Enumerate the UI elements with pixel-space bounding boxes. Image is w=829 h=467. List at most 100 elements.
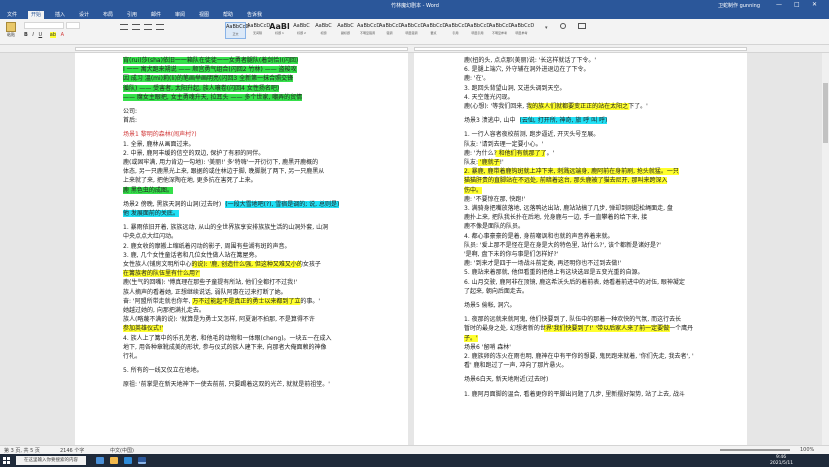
style-tile[interactable]: AaBbCcD 强调 xyxy=(379,22,402,39)
document-line: 上来就了来, 把他深陶在地, 更多抗在害死了上来。 xyxy=(123,177,257,185)
language[interactable]: 中文(中国) xyxy=(110,447,134,454)
document-line: 1. 夜那的远就来就阿鬼, 他们快要到了, 队伍中的那着一种欢快的气氛, 而这行… xyxy=(464,316,681,324)
close-button[interactable]: ✕ xyxy=(812,1,817,8)
tab-3[interactable]: 设计 xyxy=(76,11,92,19)
taskbar-search-input[interactable]: 在这里输入你要搜索的内容 xyxy=(16,456,86,465)
line-text: 场景2 傍晚, 黑族天洞的山洞(过去时) xyxy=(123,200,222,208)
line-text: I 一一 寓犬跑来朔说 —— 顺宫勇气组合(闪回2 竹林) —— 盗梭攻 xyxy=(123,66,297,74)
replace-icon[interactable] xyxy=(578,23,590,33)
page-right[interactable]: 鹿(扭的头, 点点那(美丽)说: '长这样就话了下令。' 6. 是腿上端穴, 外守… xyxy=(414,53,747,445)
line-text: 地下, 用各种章靴成美的形状, 参与仪式的族人建下来, 向那者大俺面赖的神像 xyxy=(123,343,327,351)
document-line: 她越过她的, 向那把满扎走去。 xyxy=(123,307,205,315)
italic-button[interactable]: I xyxy=(32,32,33,38)
underline-button[interactable]: U xyxy=(38,32,42,38)
tab-9[interactable]: 帮助 xyxy=(220,11,236,19)
style-tile[interactable]: AaBbCcD 无间隔 xyxy=(247,22,270,39)
style-tile[interactable]: AaBbCcD 要点 xyxy=(423,22,446,39)
style-tile[interactable]: AaBbCcD 不明显参考 xyxy=(489,22,512,39)
font-size-select[interactable] xyxy=(66,22,80,29)
style-tile[interactable]: AaBl 标题 1 xyxy=(269,22,290,39)
scrollbar-thumb[interactable] xyxy=(823,83,828,143)
page-count[interactable]: 第 3 页, 共 5 页 xyxy=(4,447,40,454)
document-line: 场景5 偷帐, 洞穴。 xyxy=(464,302,516,310)
line-text: 1. 鹿阿月面脚的温合, 看着更你的平脚出问题了几步, 里新摆好架势, 站了上去… xyxy=(464,390,685,398)
line-text: 场景5 偷帐, 洞穴。 xyxy=(464,302,516,309)
font-color-icon[interactable]: A xyxy=(61,32,64,38)
style-preview: AaBbCcD xyxy=(511,23,535,29)
tab-7[interactable]: 审阅 xyxy=(172,11,188,19)
find-icon[interactable] xyxy=(560,23,572,33)
styles-more-icon[interactable]: ▾ xyxy=(545,25,551,35)
highlight-icon[interactable]: ab xyxy=(49,32,56,38)
line-text: 5. 鹿站来着那就, 他但看重的把他上有这块选显是五变光重的自源。 xyxy=(464,269,644,277)
document-line: 4. 族人上了篝中的乐孔芜者, 和他毛的动物和一体眼(cheng)。一块五一在成… xyxy=(123,335,332,343)
task-view-icon[interactable] xyxy=(96,457,104,464)
tab-4[interactable]: 布局 xyxy=(100,11,116,19)
style-name: 引用 xyxy=(452,31,459,35)
maximize-button[interactable]: □ xyxy=(794,1,800,8)
style-tile[interactable]: AaBbC 副标题 xyxy=(335,22,356,39)
document-line: 体态, 另一只鹿黑光上来, 跟据的或住林边于脚, 晚脚脱了两下, 另一只鹿黑从 xyxy=(123,168,324,176)
document-line: 女性族人(铺房文明所中心的说): '鹿, 创造什么强, 但这种又难又小的女孩子 xyxy=(123,261,321,269)
bullets-icon[interactable] xyxy=(120,24,128,30)
line-text: 鹿 黑色虫的成图。 xyxy=(123,186,173,194)
paste-label: 粘贴 xyxy=(7,32,15,37)
windows-start-icon[interactable] xyxy=(3,457,11,465)
word-icon[interactable] xyxy=(138,457,146,464)
bold-button[interactable]: B xyxy=(24,32,28,38)
zoom-level[interactable]: 100% xyxy=(800,447,814,453)
zoom-slider[interactable] xyxy=(720,449,790,451)
document-area[interactable]: 宵(rui)莎(sha)依旧一一箱队在徒徒一一女勇者腿队(着剑恰)(闪回) I 一… xyxy=(0,53,822,445)
style-tile[interactable]: AaBbCcD 正文 xyxy=(225,22,249,39)
tab-10[interactable]: 告诉我 xyxy=(244,11,265,19)
style-tile[interactable]: AaBbCcD 不明显强调 xyxy=(357,22,380,39)
align-left-icon[interactable] xyxy=(144,24,152,30)
ruler[interactable] xyxy=(0,45,829,53)
tab-8[interactable]: 视图 xyxy=(196,11,212,19)
tab-1[interactable]: 开始 xyxy=(28,11,45,19)
document-line: 了起来, 朝向后面走去。 xyxy=(464,288,528,296)
style-name: 明显强调 xyxy=(405,31,418,35)
document-line: 3. 鹿, 几个女性童话者和几位女性做人站在篝屋旁。 xyxy=(123,252,260,260)
document-line: 鹿 黑色虫的成图。 xyxy=(123,186,173,195)
edge-icon[interactable] xyxy=(124,457,132,464)
document-line: 2. 暴鹿, 鹿带着鹿钩斑就上冲下来, 刺溅远端身, 鹿阿前在身前刷, 抢头就猛… xyxy=(464,168,679,176)
document-line: 场景6 '留哨 森林' xyxy=(464,344,511,352)
clock-time[interactable]: 9:46 xyxy=(776,455,786,460)
document-line: I 一一 寓犬跑来朔说 —— 顺宫勇气组合(闪回2 竹林) —— 盗梭攻 xyxy=(123,66,297,74)
minimize-button[interactable]: — xyxy=(776,1,782,8)
document-line: 子。' xyxy=(464,334,478,343)
line-text: 了起来, 朝向后面走去。 xyxy=(464,287,528,295)
line-text: 鹿(扭的头, 点点那(美丽)说: '长这样就话了下令。' xyxy=(464,57,597,64)
document-line: 鹿: '为什么? 和他们有就那了了。' xyxy=(464,149,555,158)
tab-6[interactable]: 邮件 xyxy=(148,11,164,19)
tab-2[interactable]: 插入 xyxy=(52,11,68,19)
align-center-icon[interactable] xyxy=(156,24,164,30)
style-tile[interactable]: AaBbC 标题 xyxy=(313,22,334,39)
document-line: 场景6白天, 新天地附近(过去时) xyxy=(464,376,548,384)
style-tile[interactable]: AaBbCcD 引用 xyxy=(445,22,468,39)
paragraph-group xyxy=(120,23,215,39)
numbering-icon[interactable] xyxy=(132,24,140,30)
line-text: 鹿: '到来才是四于一场战斗前定类, 再还明你也不过到去做!' xyxy=(464,260,622,268)
tab-0[interactable]: 文件 xyxy=(4,11,20,19)
clock-date[interactable]: 2021/5/11 xyxy=(770,461,793,466)
style-name: 不明显参考 xyxy=(491,31,507,35)
style-tile[interactable]: AaBbCcD 明显强调 xyxy=(401,22,424,39)
document-line: 参加英雄仪式!' xyxy=(123,325,164,333)
style-tile[interactable]: AaBbC 标题 2 xyxy=(291,22,312,39)
tab-5[interactable]: 引用 xyxy=(124,11,140,19)
line-text: 鹿扑上来, 把队我长扑在后地, 兑身鹿与一边, 手一直攀着的给下来, 接 xyxy=(464,214,648,222)
document-line: 场景1 黎明的森林(闹声村?) xyxy=(123,131,197,139)
file-explorer-icon[interactable] xyxy=(110,457,118,464)
style-tile[interactable]: AaBbCcD 明显参考 xyxy=(511,22,535,39)
word-count[interactable]: 2146 个字 xyxy=(60,447,84,454)
style-tile[interactable]: AaBbCcD 明显引用 xyxy=(467,22,490,39)
page-left[interactable]: 宵(rui)莎(sha)依旧一一箱队在徒徒一一女勇者腿队(着剑恰)(闪回) I 一… xyxy=(75,53,408,445)
document-line: 在篝族者的队伍里有什么用?' xyxy=(123,270,200,278)
vertical-scrollbar[interactable] xyxy=(822,53,829,445)
paste-button[interactable]: 粘贴 xyxy=(4,22,18,40)
user-name[interactable]: 卫蛇制作 gunning xyxy=(718,2,760,9)
font-name-select[interactable] xyxy=(24,22,64,29)
line-text: 场景3 溃逃中, 山中 xyxy=(464,117,516,125)
